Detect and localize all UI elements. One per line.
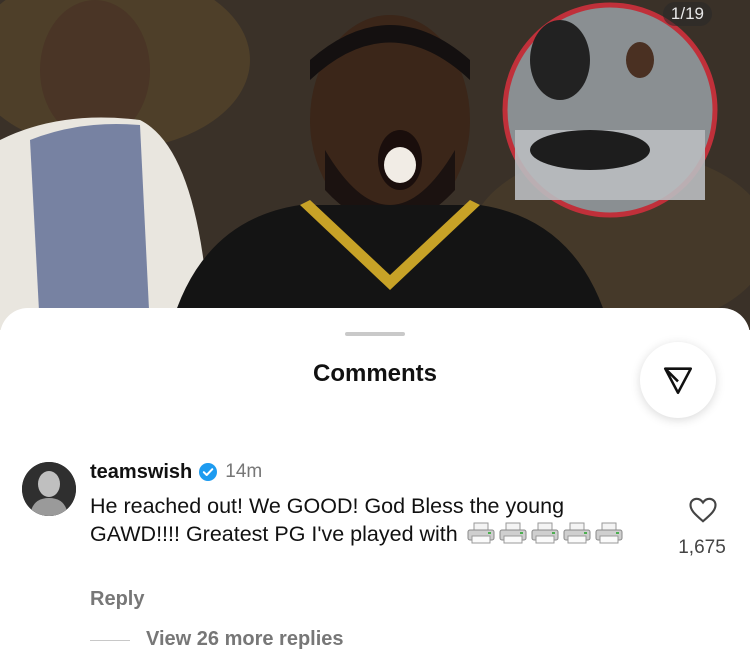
photo-illustration <box>0 0 750 330</box>
heart-icon[interactable] <box>688 496 718 524</box>
comment-meta: teamswish 14m <box>90 458 650 486</box>
printer-emoji <box>531 522 559 544</box>
comment-text-block: He reached out! We GOOD! God Bless the y… <box>90 492 650 548</box>
printer-emoji <box>499 522 527 544</box>
printer-emoji <box>595 522 623 544</box>
image-counter: 1/19 <box>662 2 712 26</box>
reply-button[interactable]: Reply <box>90 588 144 611</box>
send-icon <box>663 367 693 395</box>
post-photo: 1/19 <box>0 0 750 330</box>
printer-emoji <box>563 522 591 544</box>
avatar-image <box>22 462 76 516</box>
comments-sheet: Comments teamswish 14m He reached out! W… <box>0 308 750 667</box>
sheet-grabber[interactable] <box>345 332 405 336</box>
share-button[interactable] <box>640 342 716 418</box>
comment: teamswish 14m He reached out! We GOOD! G… <box>90 458 650 548</box>
printer-emoji <box>467 522 495 544</box>
like-count: 1,675 <box>678 537 726 558</box>
view-replies-button[interactable]: View 26 more replies <box>146 628 344 651</box>
comment-time: 14m <box>225 461 263 482</box>
avatar[interactable] <box>22 462 76 516</box>
replies-divider <box>90 640 130 641</box>
verified-icon <box>199 463 218 481</box>
comment-username[interactable]: teamswish <box>90 461 192 484</box>
sheet-title: Comments <box>312 360 438 387</box>
printer-emojis <box>464 522 624 546</box>
